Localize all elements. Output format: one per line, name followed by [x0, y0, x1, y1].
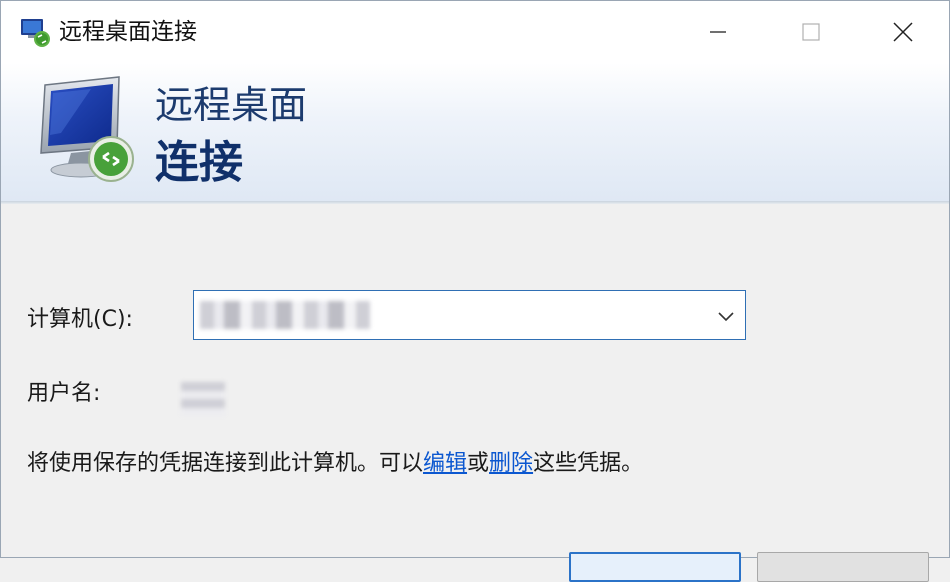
edit-credentials-link[interactable]: 编辑 — [423, 451, 467, 476]
delete-credentials-link[interactable]: 删除 — [489, 451, 533, 476]
info-text-suffix: 这些凭据。 — [533, 451, 644, 476]
username-value: ▒▒ — [181, 382, 225, 416]
maximize-button[interactable] — [766, 1, 856, 63]
info-text-middle: 或 — [467, 451, 490, 476]
secondary-action-button[interactable] — [757, 552, 929, 582]
window-title: 远程桌面连接 — [59, 19, 197, 45]
remote-desktop-icon — [21, 19, 50, 47]
saved-credentials-info: 将使用保存的凭据连接到此计算机。可以编辑或删除这些凭据。 — [27, 448, 643, 480]
close-button[interactable] — [858, 1, 948, 63]
title-bar[interactable]: 远程桌面连接 — [1, 1, 949, 63]
computer-label: 计算机(C): — [27, 307, 133, 332]
maximize-icon — [802, 23, 820, 41]
minimize-icon — [710, 31, 726, 33]
banner-divider — [1, 201, 949, 204]
monitor-connection-icon — [40, 76, 134, 182]
remote-desktop-window: 远程桌面连接 远程桌面 连接 计算机(C): 用户名: 将使用保存的凭据连接到此… — [0, 0, 950, 582]
chevron-down-icon[interactable] — [715, 305, 737, 327]
primary-action-button[interactable] — [569, 552, 741, 582]
banner-title-line2: 连接 — [155, 137, 243, 188]
close-icon — [893, 22, 913, 42]
minimize-button[interactable] — [673, 1, 763, 63]
info-text-prefix: 将使用保存的凭据连接到此计算机。可以 — [27, 451, 424, 476]
computer-combobox[interactable]: ▒▒▒ ▒▒ ▒▒▒ — [193, 290, 746, 340]
username-label: 用户名: — [27, 381, 101, 406]
header-banner: 远程桌面 连接 — [1, 63, 949, 201]
computer-input-value[interactable]: ▒▒▒ ▒▒ ▒▒▒ — [200, 301, 370, 329]
banner-title-line1: 远程桌面 — [155, 83, 308, 127]
